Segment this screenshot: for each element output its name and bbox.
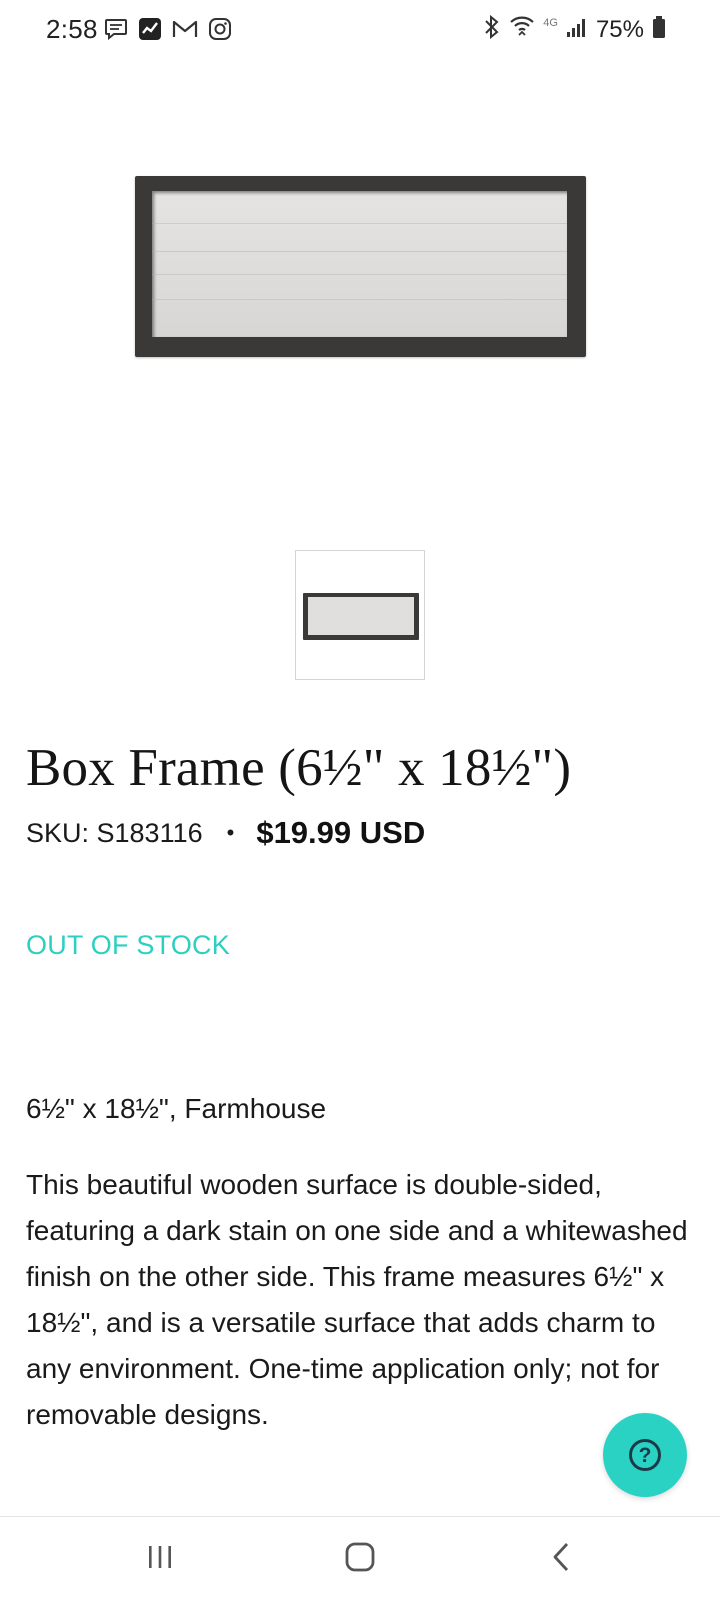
thumbnail-frame-image bbox=[303, 593, 419, 640]
status-time: 2:58 bbox=[46, 14, 98, 44]
sku-price-line: SKU: S183116 • $19.99 USD bbox=[26, 815, 425, 851]
notification-icons bbox=[104, 17, 232, 41]
lte-icon: 4G bbox=[543, 16, 558, 29]
product-page: 2:58 4G 75% Box Frame (6½" x 18½") SKU: … bbox=[0, 0, 720, 1600]
gmail-icon bbox=[172, 19, 198, 39]
status-bar: 2:58 4G 75% bbox=[0, 0, 720, 62]
home-icon bbox=[344, 1541, 376, 1578]
sku-label: SKU: S183116 bbox=[26, 817, 203, 848]
system-nav-bar bbox=[0, 1517, 720, 1600]
back-icon bbox=[550, 1541, 574, 1578]
separator-dot: • bbox=[226, 820, 235, 845]
bluetooth-icon bbox=[483, 14, 501, 45]
home-button[interactable] bbox=[330, 1539, 390, 1579]
back-button[interactable] bbox=[532, 1539, 592, 1579]
wifi-icon bbox=[509, 14, 535, 45]
battery-percent: 75% bbox=[595, 15, 644, 43]
product-image[interactable] bbox=[135, 176, 586, 357]
product-variant: 6½" x 18½", Farmhouse bbox=[26, 1093, 327, 1124]
recents-button[interactable] bbox=[130, 1539, 190, 1579]
recents-icon bbox=[145, 1543, 175, 1576]
message-icon bbox=[104, 18, 128, 40]
system-icons: 4G 75% bbox=[483, 14, 666, 45]
stocks-app-icon bbox=[138, 17, 162, 41]
product-thumbnail[interactable] bbox=[295, 550, 425, 680]
battery-icon bbox=[652, 15, 666, 44]
signal-icon bbox=[566, 16, 588, 43]
product-description: This beautiful wooden surface is double-… bbox=[26, 1169, 688, 1430]
question-icon: ? bbox=[629, 1439, 661, 1471]
product-price: $19.99 USD bbox=[256, 815, 426, 850]
instagram-icon bbox=[208, 17, 232, 41]
help-button[interactable]: ? bbox=[603, 1413, 687, 1497]
stock-status: OUT OF STOCK bbox=[26, 930, 230, 960]
product-image-surface bbox=[152, 191, 567, 337]
product-title: Box Frame (6½" x 18½") bbox=[26, 739, 572, 797]
